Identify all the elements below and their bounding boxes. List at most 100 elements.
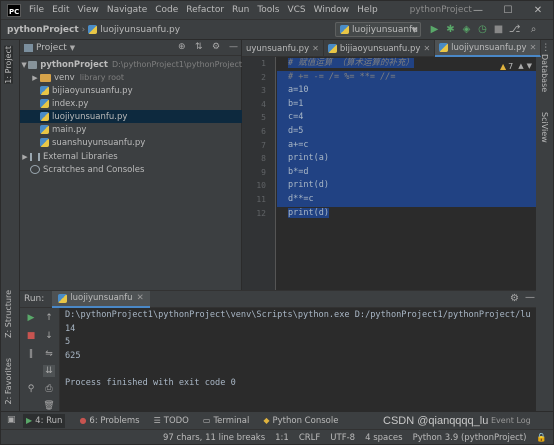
menu-file[interactable]: File	[25, 5, 48, 15]
code-line: print(a)	[277, 152, 536, 166]
status-line-separator[interactable]: CRLF	[299, 433, 320, 443]
python-file-icon	[40, 125, 49, 134]
menu-vcs[interactable]: VCS	[283, 5, 309, 15]
editor-tab-active[interactable]: luojiyunsuanfu.py ✕	[435, 40, 542, 57]
tree-root-label: pythonProject	[40, 59, 108, 70]
tree-item-root[interactable]: ▼ pythonProject D:\pythonProject1\python…	[20, 58, 242, 71]
python-file-icon	[40, 86, 49, 95]
tab-project[interactable]: 1: Project	[4, 46, 13, 84]
tab-menu-icon[interactable]: ⋮	[541, 40, 553, 56]
event-log-tab[interactable]: Event Log	[491, 416, 531, 425]
menu-navigate[interactable]: Navigate	[103, 5, 151, 15]
status-encoding[interactable]: UTF-8	[330, 433, 355, 443]
tab-todo[interactable]: ☰ TODO	[154, 416, 189, 426]
line-number: 6	[261, 127, 266, 136]
menu-window[interactable]: Window	[310, 5, 354, 15]
gear-icon[interactable]: ⚙	[212, 42, 220, 52]
rerun-icon[interactable]: ▶	[25, 312, 37, 324]
chevron-right-icon[interactable]: ▶	[30, 74, 40, 82]
chevron-down-icon[interactable]: ▼	[70, 44, 75, 52]
menu-run[interactable]: Run	[228, 5, 253, 15]
tab-run[interactable]: ▶ 4: Run	[23, 413, 66, 428]
project-panel-title[interactable]: Project	[36, 43, 67, 53]
run-tab-label: luojiyunsuanfu	[70, 293, 133, 303]
scroll-to-end-icon[interactable]: ⇊	[43, 365, 55, 377]
line-number: 12	[256, 208, 266, 218]
line-number: 4	[261, 99, 266, 109]
run-configuration-select[interactable]: luojiyunsuanfu ▼	[335, 22, 421, 37]
pycharm-logo-icon: PC	[7, 3, 21, 17]
soft-wrap-icon[interactable]: ⇋	[43, 348, 55, 360]
tab-problems[interactable]: ● 6: Problems	[79, 416, 139, 426]
python-file-icon	[340, 25, 349, 34]
profile-icon[interactable]: ◷	[476, 23, 489, 36]
line-number: 3	[261, 86, 266, 96]
tree-item-file[interactable]: suanshuyunsuanfu.py	[20, 136, 242, 149]
tree-item-external-libraries[interactable]: ▶ External Libraries	[20, 150, 242, 163]
collapse-all-icon[interactable]: ⇅	[195, 42, 203, 52]
tab-database[interactable]: Database	[540, 54, 549, 92]
code-line: a+=c	[277, 138, 536, 153]
menu-edit[interactable]: Edit	[48, 5, 73, 15]
stop-icon[interactable]: ■	[492, 23, 505, 36]
chevron-down-icon: ▼	[411, 26, 417, 34]
code-editor: uyunsuanfu.py ✕ bijiaoyunsuanfu.py ✕ luo…	[242, 40, 550, 290]
tab-terminal[interactable]: ▭ Terminal	[203, 416, 249, 426]
hide-icon[interactable]: —	[229, 42, 238, 52]
search-icon[interactable]: ⌕	[527, 23, 540, 36]
menu-code[interactable]: Code	[151, 5, 182, 15]
gear-icon[interactable]: ⚙	[510, 293, 519, 304]
close-icon[interactable]: ✕	[137, 293, 144, 303]
stop-icon[interactable]: ■	[25, 330, 37, 342]
tree-item-file[interactable]: main.py	[20, 123, 242, 136]
tab-sciview[interactable]: SciView	[540, 112, 549, 143]
vcs-icon[interactable]: ⎇	[508, 23, 521, 36]
toggle-tool-windows-icon[interactable]: ▣	[7, 415, 16, 425]
chevron-right-icon[interactable]: ▶	[20, 153, 30, 161]
editor-tab[interactable]: bijiaoyunsuanfu.py ✕	[324, 40, 436, 57]
breadcrumb-file[interactable]: luojiyunsuanfu.py	[100, 25, 180, 35]
tree-item-file[interactable]: bijiaoyunsuanfu.py	[20, 84, 242, 97]
tab-python-console[interactable]: ◆ Python Console	[263, 416, 338, 426]
tab-favorites[interactable]: 2: Favorites	[4, 358, 13, 404]
console-output[interactable]: D:\pythonProject1\pythonProject\venv\Scr…	[61, 308, 536, 412]
debug-icon[interactable]: ✱	[444, 23, 457, 36]
breadcrumb-separator-icon: ›	[81, 24, 86, 35]
chevron-down-icon[interactable]: ▼	[527, 62, 532, 70]
tree-item-venv[interactable]: ▶ venv library root	[20, 71, 242, 84]
tree-item-file-selected[interactable]: luojiyunsuanfu.py	[20, 110, 242, 123]
minimize-button[interactable]: —	[463, 1, 493, 20]
status-position[interactable]: 1:1	[275, 433, 289, 443]
tree-item-file[interactable]: index.py	[20, 97, 242, 110]
close-icon[interactable]: ✕	[423, 44, 430, 53]
chevron-down-icon[interactable]: ▼	[20, 61, 28, 69]
coverage-icon[interactable]: ◈	[460, 23, 473, 36]
menu-help[interactable]: Help	[353, 5, 382, 15]
menu-tools[interactable]: Tools	[253, 5, 283, 15]
lock-icon[interactable]: 🔒	[536, 433, 547, 443]
locate-icon[interactable]: ⊕	[178, 42, 186, 52]
close-window-button[interactable]: ✕	[523, 1, 553, 20]
tree-item-scratches[interactable]: Scratches and Consoles	[20, 163, 242, 176]
down-arrow-icon[interactable]: ↓	[43, 330, 55, 342]
menu-refactor[interactable]: Refactor	[182, 5, 228, 15]
hide-icon[interactable]: —	[525, 292, 535, 303]
close-icon[interactable]: ✕	[530, 43, 537, 52]
print-icon[interactable]: ⎙	[43, 383, 55, 395]
breadcrumb-project[interactable]: pythonProject	[1, 25, 79, 35]
pause-icon[interactable]: ‖	[25, 348, 37, 360]
close-icon[interactable]: ✕	[312, 44, 319, 53]
status-indent[interactable]: 4 spaces	[365, 433, 402, 443]
menu-view[interactable]: View	[74, 5, 103, 15]
tab-structure[interactable]: Z: Structure	[4, 290, 13, 338]
code-area[interactable]: # 赋值运算 （算术运算的补充） # += -= /= %= **= //= a…	[277, 57, 536, 290]
pin-icon[interactable]: ⚲	[25, 383, 37, 395]
chevron-up-icon[interactable]: ▲	[518, 62, 523, 70]
inspection-widget[interactable]: ▲ 7 ▲ ▼	[500, 60, 532, 72]
maximize-button[interactable]: ☐	[493, 1, 523, 20]
editor-tab[interactable]: uyunsuanfu.py ✕	[242, 40, 324, 57]
status-interpreter[interactable]: Python 3.9 (pythonProject)	[413, 433, 527, 443]
run-icon[interactable]: ▶	[428, 23, 441, 36]
run-tab[interactable]: luojiyunsuanfu ✕	[52, 290, 150, 308]
up-arrow-icon[interactable]: ↑	[43, 312, 55, 324]
